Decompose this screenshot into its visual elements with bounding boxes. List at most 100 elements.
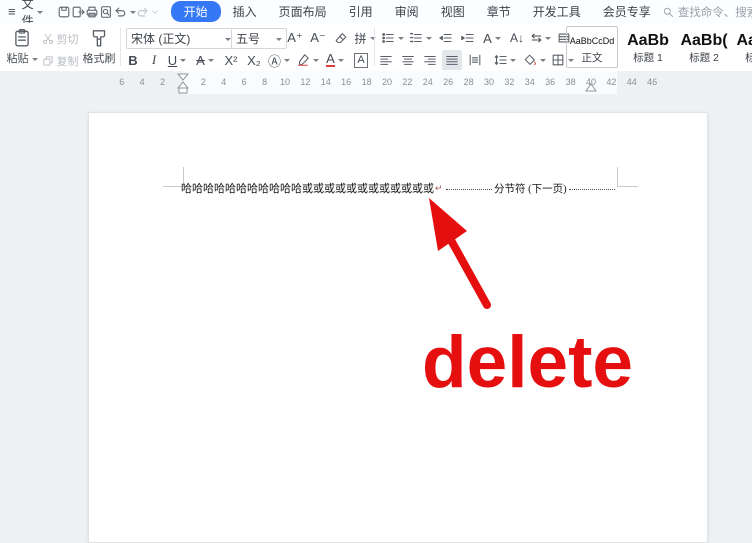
format-painter-icon xyxy=(90,28,108,48)
shading-button[interactable] xyxy=(520,50,548,70)
justify-icon xyxy=(445,53,459,67)
clear-format-button[interactable] xyxy=(331,28,351,48)
style-item[interactable]: AaBb(标题 2 xyxy=(678,26,730,68)
menu-tabs: 开始插入页面布局引用审阅视图章节开发工具会员专享 xyxy=(170,1,662,22)
increase-indent-button[interactable] xyxy=(457,28,477,48)
numbered-list-button[interactable] xyxy=(407,28,433,48)
search-placeholder: 查找命令、搜索模板 xyxy=(678,4,752,20)
ruler-number: 38 xyxy=(564,77,578,87)
ruler-number: 4 xyxy=(135,77,149,87)
change-case-button[interactable]: ⇆ xyxy=(528,28,554,48)
style-item[interactable]: AaBb(标题 3 xyxy=(734,26,752,68)
customize-toolbar-button[interactable] xyxy=(150,2,160,21)
chevron-down-icon xyxy=(495,37,501,43)
print-preview-button[interactable] xyxy=(99,2,113,21)
hamburger-menu-icon[interactable]: ≡ xyxy=(8,4,16,19)
paragraph-mark: ↵ xyxy=(435,183,443,194)
subscript-button[interactable]: X₂ xyxy=(243,50,265,70)
copy-button[interactable]: 复制 xyxy=(40,51,80,71)
bullet-list-button[interactable] xyxy=(379,28,405,48)
bold-button[interactable]: B xyxy=(124,50,142,70)
character-border-button[interactable]: A xyxy=(351,50,371,70)
paste-dropdown-caret xyxy=(32,58,38,64)
shrink-font-button[interactable]: A⁻ xyxy=(307,28,329,48)
highlight-color-button[interactable] xyxy=(294,50,320,70)
paragraph-line[interactable]: 哈哈哈哈哈哈哈哈哈哈哈或或或或或或或或或或或或↵分节符 (下一页) xyxy=(181,181,617,195)
redo-icon xyxy=(136,5,150,19)
justify-button[interactable] xyxy=(442,50,462,70)
align-center-icon xyxy=(401,53,415,67)
print-button[interactable] xyxy=(85,2,99,21)
chevron-down-icon xyxy=(510,59,516,65)
style-preview: AaBb xyxy=(627,30,669,52)
format-painter-button[interactable]: 格式刷 xyxy=(80,25,118,69)
ruler-number: 28 xyxy=(462,77,476,87)
undo-dropdown-caret[interactable] xyxy=(130,11,136,17)
chevron-down-icon xyxy=(338,59,344,65)
paragraph-text[interactable]: 哈哈哈哈哈哈哈哈哈哈哈或或或或或或或或或或或或 xyxy=(181,180,434,196)
style-label: 标题 1 xyxy=(633,52,663,65)
strikethrough-button[interactable]: A xyxy=(192,50,218,70)
menu-tab[interactable]: 插入 xyxy=(223,1,267,22)
ruler-number: 6 xyxy=(237,77,251,87)
menu-tab[interactable]: 会员专享 xyxy=(593,1,661,22)
style-preview: AaBb( xyxy=(680,30,727,52)
italic-button[interactable]: I xyxy=(145,50,163,70)
ruler-number: 2 xyxy=(196,77,210,87)
chevron-down-icon xyxy=(150,7,160,17)
chevron-down-icon xyxy=(398,37,404,43)
indent-markers[interactable] xyxy=(176,73,190,94)
ruler[interactable]: 6422468101214161820222426283032343638404… xyxy=(0,71,752,95)
text-effects-button[interactable]: Ⓐ xyxy=(266,50,292,70)
align-left-icon xyxy=(379,53,393,67)
cut-button[interactable]: 剪切 xyxy=(40,29,80,49)
save-button[interactable] xyxy=(57,2,71,21)
undo-button[interactable] xyxy=(113,2,127,21)
menu-tab[interactable]: 页面布局 xyxy=(269,1,337,22)
export-button[interactable] xyxy=(71,2,85,21)
text-boundary-mark-right xyxy=(617,167,638,187)
ruler-number: 20 xyxy=(380,77,394,87)
command-search[interactable]: 查找命令、搜索模板 xyxy=(662,4,752,20)
font-color-button[interactable]: A xyxy=(322,50,348,70)
ribbon-toolbar: 粘贴 剪切 复制 格式刷 宋体 (正文) 五号 A⁺ A⁻ 拼 B I U A … xyxy=(0,23,752,72)
undo-icon xyxy=(113,5,127,19)
chevron-down-icon xyxy=(180,59,186,65)
line-spacing-button[interactable] xyxy=(490,50,518,70)
style-item[interactable]: AaBb标题 1 xyxy=(622,26,674,68)
decrease-indent-button[interactable] xyxy=(435,28,455,48)
format-painter-label: 格式刷 xyxy=(83,50,116,66)
menu-tab[interactable]: 开始 xyxy=(171,1,221,22)
align-center-button[interactable] xyxy=(398,50,418,70)
ruler-number: 24 xyxy=(421,77,435,87)
document-area[interactable]: 哈哈哈哈哈哈哈哈哈哈哈或或或或或或或或或或或或↵分节符 (下一页) delete xyxy=(0,94,752,541)
bullet-list-icon xyxy=(381,31,395,45)
style-item[interactable]: AaBbCcDd正文 xyxy=(566,26,618,68)
print-icon xyxy=(85,5,99,19)
menu-tab[interactable]: 章节 xyxy=(477,1,521,22)
menu-tab[interactable]: 开发工具 xyxy=(523,1,591,22)
underline-button[interactable]: U xyxy=(164,50,190,70)
redo-button[interactable] xyxy=(136,2,150,21)
copy-icon xyxy=(42,55,54,67)
wordart-effects-button[interactable]: A xyxy=(479,28,505,48)
superscript-button[interactable]: X² xyxy=(220,50,242,70)
divider xyxy=(374,28,375,66)
sort-button[interactable]: A↓ xyxy=(506,28,528,48)
menu-tab[interactable]: 审阅 xyxy=(385,1,429,22)
menu-tab[interactable]: 引用 xyxy=(339,1,383,22)
font-name-select[interactable]: 宋体 (正文) xyxy=(126,28,236,49)
ruler-number: 34 xyxy=(523,77,537,87)
distribute-text-button[interactable] xyxy=(464,50,486,70)
paste-button[interactable]: 粘贴 xyxy=(4,25,40,69)
menu-tab[interactable]: 视图 xyxy=(431,1,475,22)
align-left-button[interactable] xyxy=(376,50,396,70)
ruler-number: 26 xyxy=(441,77,455,87)
style-label: 标题 2 xyxy=(689,52,719,65)
eraser-icon xyxy=(334,31,348,45)
font-size-value: 五号 xyxy=(236,30,260,47)
chevron-down-icon xyxy=(208,59,214,65)
font-size-select[interactable]: 五号 xyxy=(231,28,287,49)
align-right-button[interactable] xyxy=(420,50,440,70)
grow-font-button[interactable]: A⁺ xyxy=(284,28,306,48)
